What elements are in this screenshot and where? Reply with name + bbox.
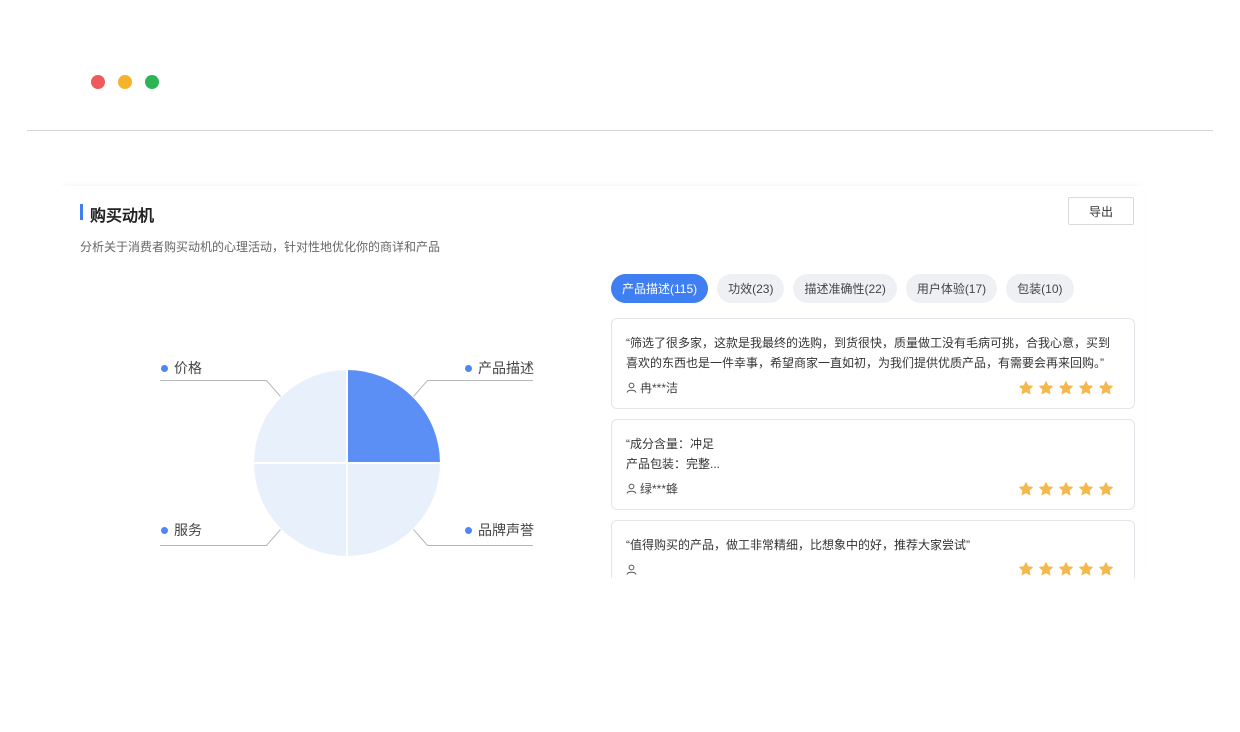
minimize-window-button[interactable]: [118, 75, 132, 89]
export-button[interactable]: 导出: [1068, 197, 1134, 225]
slice-label-text: 服务: [174, 522, 202, 538]
tab-efficacy[interactable]: 功效(23): [717, 274, 785, 303]
star-icon: [1039, 481, 1053, 495]
tab-product-description[interactable]: 产品描述(115): [611, 274, 709, 303]
review-username: 绿***蜂: [640, 482, 679, 496]
user-icon: [626, 382, 637, 393]
purchase-motivation-panel: 购买动机 分析关于消费者购买动机的心理活动，针对性地优化你的商详和产品 导出 产…: [60, 186, 1144, 578]
review-category-tabs: 产品描述(115) 功效(23) 描述准确性(22) 用户体验(17) 包装(1…: [611, 274, 1074, 303]
slice-label-text: 价格: [174, 360, 202, 376]
pie-slice[interactable]: [251, 367, 348, 464]
user-icon: [626, 483, 637, 494]
legend-dot-icon: [465, 526, 472, 534]
tab-user-experience[interactable]: 用户体验(17): [905, 274, 998, 303]
star-icon: [1079, 380, 1093, 394]
review-user: 冉***洁: [626, 379, 678, 396]
close-window-button[interactable]: [91, 75, 105, 89]
star-icon: [1019, 562, 1033, 576]
pie-slice[interactable]: [346, 367, 443, 464]
star-icon: [1019, 380, 1033, 394]
review-meta: [626, 561, 1114, 577]
user-icon: [626, 564, 637, 575]
review-card: “成分含量：冲足 产品包装：完整... 绿***蜂: [611, 419, 1135, 510]
star-icon: [1099, 562, 1113, 576]
app-window: 购买动机 分析关于消费者购买动机的心理活动，针对性地优化你的商详和产品 导出 产…: [0, 0, 1240, 732]
star-icon: [1079, 481, 1093, 495]
review-card: “筛选了很多家，这款是我最终的选购，到货很快，质量做工没有毛病可挑，合我心意，买…: [611, 318, 1135, 409]
star-rating: [1018, 561, 1114, 577]
pie-slice[interactable]: [346, 462, 443, 559]
section-subtitle: 分析关于消费者购买动机的心理活动，针对性地优化你的商详和产品: [80, 240, 441, 254]
pie-slice[interactable]: [251, 462, 348, 559]
review-text: “成分含量：冲足 产品包装：完整...: [626, 437, 721, 471]
star-icon: [1059, 562, 1073, 576]
header-divider: [27, 130, 1213, 131]
review-card: “值得购买的产品，做工非常精细，比想象中的好，推荐大家尝试”: [611, 520, 1135, 578]
review-username: 冉***洁: [640, 381, 679, 395]
tab-description-accuracy[interactable]: 描述准确性(22): [793, 274, 897, 303]
motivation-pie-chart: 产品描述 品牌声誉 服务 价格: [160, 336, 540, 566]
review-user: [626, 564, 640, 575]
slice-label-text: 产品描述: [478, 360, 534, 376]
review-text: “值得购买的产品，做工非常精细，比想象中的好，推荐大家尝试”: [626, 538, 970, 552]
title-accent-bar: [80, 204, 83, 220]
star-icon: [1099, 481, 1113, 495]
star-icon: [1059, 380, 1073, 394]
maximize-window-button[interactable]: [145, 75, 159, 89]
tab-packaging[interactable]: 包装(10): [1006, 274, 1074, 303]
legend-dot-icon: [161, 364, 168, 372]
slice-label-text: 品牌声誉: [478, 522, 534, 538]
star-icon: [1099, 380, 1113, 394]
pie-leader-line: [413, 380, 533, 397]
slice-label-service: 服务: [161, 520, 202, 540]
review-text: “筛选了很多家，这款是我最终的选购，到货很快，质量做工没有毛病可挑，合我心意，买…: [626, 336, 1110, 370]
star-icon: [1059, 481, 1073, 495]
review-list[interactable]: “筛选了很多家，这款是我最终的选购，到货很快，质量做工没有毛病可挑，合我心意，买…: [611, 318, 1135, 578]
section-title: 购买动机: [90, 208, 155, 225]
legend-dot-icon: [465, 364, 472, 372]
review-user: 绿***蜂: [626, 480, 678, 497]
star-icon: [1039, 380, 1053, 394]
slice-label-price: 价格: [161, 358, 202, 378]
review-meta: 冉***洁: [626, 379, 1114, 396]
star-rating: [1018, 481, 1114, 497]
star-icon: [1079, 562, 1093, 576]
star-icon: [1019, 481, 1033, 495]
slice-label-product-description: 产品描述: [465, 358, 534, 378]
slice-label-brand-reputation: 品牌声誉: [465, 520, 534, 540]
star-rating: [1018, 380, 1114, 396]
legend-dot-icon: [161, 526, 168, 534]
star-icon: [1039, 562, 1053, 576]
window-controls: [91, 75, 159, 89]
review-meta: 绿***蜂: [626, 480, 1114, 497]
pie-leader-line: [160, 380, 281, 397]
